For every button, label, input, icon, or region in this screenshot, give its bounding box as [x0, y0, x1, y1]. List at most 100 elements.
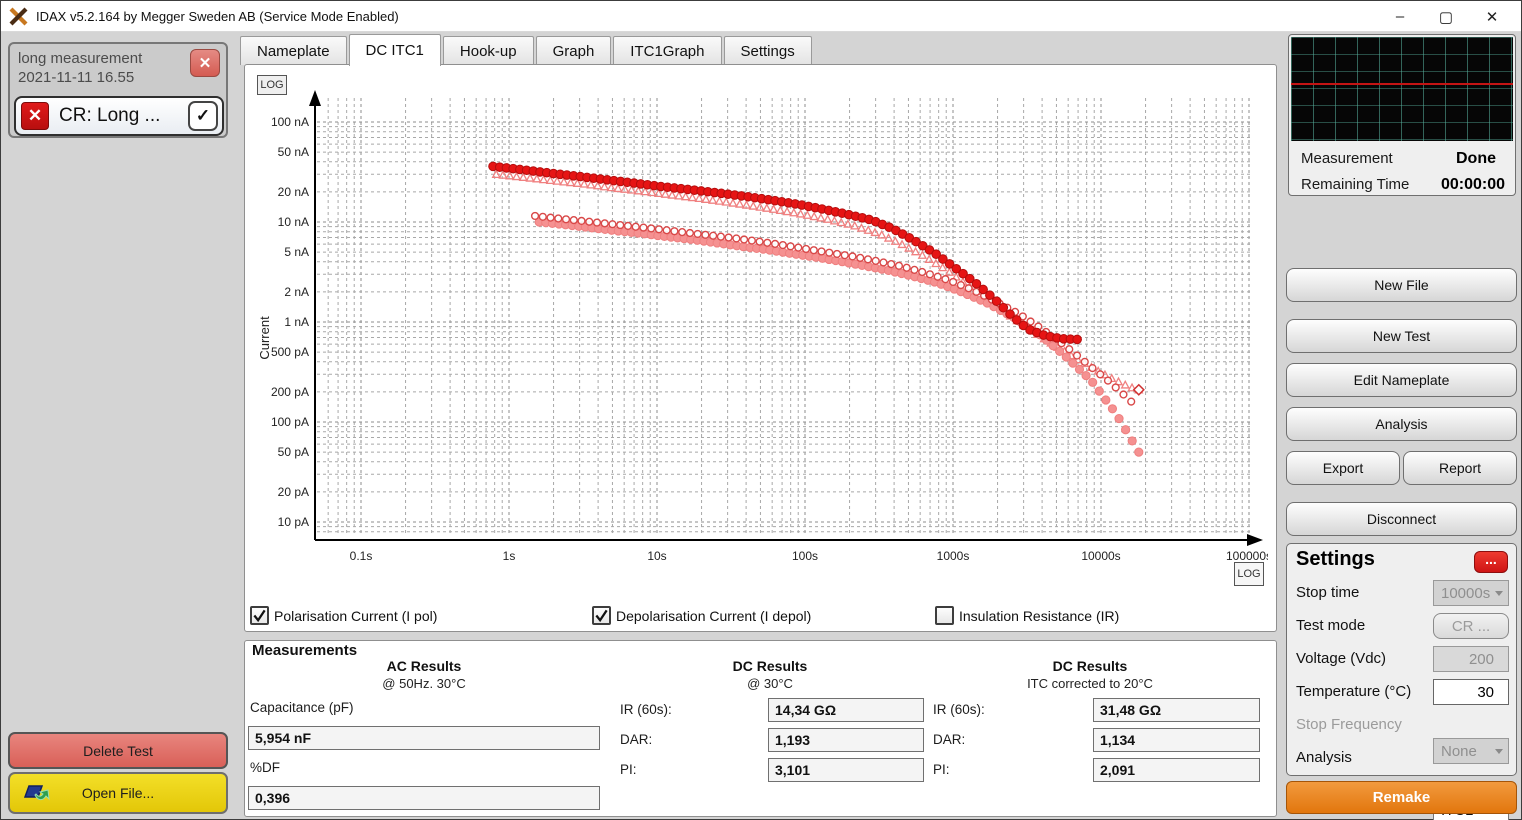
toggle-insulation-resistance-ir-[interactable]: Insulation Resistance (IR) [935, 606, 1119, 625]
measurement-status-label: Measurement [1301, 150, 1456, 168]
y-tick-label: 20 pA [278, 485, 309, 499]
y-tick-label: 50 nA [278, 145, 309, 159]
setting-label-temperature-c-: Temperature (°C) [1296, 683, 1411, 700]
live-signal-scope [1291, 37, 1513, 141]
app-icon [9, 7, 28, 26]
results-header: DC Results [1053, 658, 1128, 674]
results-header: AC Results [387, 658, 462, 674]
test-item-label: CR: Long ... [59, 105, 188, 127]
remaining-time-value: 00:00:00 [1441, 176, 1505, 194]
settings-title: Settings [1296, 548, 1375, 571]
x-log-scale-button[interactable]: LOG [1234, 562, 1264, 586]
tab-settings[interactable]: Settings [724, 36, 812, 65]
toggle-label: Polarisation Current (I pol) [274, 608, 437, 624]
chevron-down-icon [1495, 591, 1503, 596]
series-depolarisation-current-i-depol- [532, 213, 1135, 405]
setting-label-voltage-vdc-: Voltage (Vdc) [1296, 650, 1386, 667]
y-tick-label: 10 pA [278, 515, 309, 529]
checkbox-icon[interactable] [592, 606, 611, 625]
idax-window: IDAX v5.2.164 by Megger Sweden AB (Servi… [0, 0, 1522, 820]
setting-stop-frequency: None [1433, 738, 1509, 764]
edit-nameplate-button[interactable]: Edit Nameplate [1286, 363, 1517, 397]
field-label: PI: [620, 762, 637, 777]
results-subheader: ITC corrected to 20°C [1027, 676, 1153, 691]
x-tick-label: 10000s [1081, 549, 1120, 563]
maximize-button[interactable]: ▢ [1423, 1, 1469, 32]
y-tick-label: 50 pA [278, 445, 309, 459]
y-tick-label: 500 pA [271, 345, 309, 359]
tab-itc1graph[interactable]: ITC1Graph [613, 36, 721, 65]
new-test-button[interactable]: New Test [1286, 319, 1517, 353]
minimize-button[interactable]: – [1377, 1, 1423, 32]
checkbox-icon[interactable] [935, 606, 954, 625]
field-label: PI: [933, 762, 950, 777]
y-tick-label: 100 pA [271, 415, 309, 429]
field-value: 0,396 [248, 786, 600, 810]
report-button[interactable]: Report [1403, 451, 1517, 485]
setting-test-mode: CR ... [1433, 613, 1509, 639]
setting-voltage-vdc-: 200 [1433, 646, 1509, 672]
tab-bar: NameplateDC ITC1Hook-upGraphITC1GraphSet… [240, 34, 814, 65]
toggle-polarisation-current-i-pol-[interactable]: Polarisation Current (I pol) [250, 606, 437, 625]
y-tick-label: 200 pA [271, 385, 309, 399]
results-subheader: @ 30°C [747, 676, 793, 691]
x-tick-label: 100000s [1226, 549, 1268, 563]
field-label: DAR: [620, 732, 652, 747]
settings-more-button[interactable]: ... [1474, 551, 1508, 573]
checkbox-icon[interactable] [250, 606, 269, 625]
setting-label-stop-frequency: Stop Frequency [1296, 716, 1402, 733]
dc-itc1-chart: 100 nA50 nA20 nA10 nA5 nA2 nA1 nA500 pA2… [253, 70, 1268, 595]
y-tick-label: 1 nA [284, 315, 309, 329]
window-title: IDAX v5.2.164 by Megger Sweden AB (Servi… [36, 9, 399, 24]
y-tick-label: 5 nA [284, 245, 309, 259]
test-item-button[interactable]: ✕ CR: Long ... ✓ [14, 96, 224, 136]
setting-label-stop-time: Stop time [1296, 584, 1359, 601]
field-value: 3,101 [768, 758, 924, 782]
window-controls: – ▢ ✕ [1377, 1, 1515, 32]
field-value: 14,34 GΩ [768, 698, 924, 722]
test-checkbox[interactable]: ✓ [188, 101, 218, 131]
toggle-depolarisation-current-i-depol-[interactable]: Depolarisation Current (I depol) [592, 606, 811, 625]
field-value: 1,134 [1093, 728, 1260, 752]
open-file-label: Open File... [82, 785, 154, 801]
setting-label-test-mode: Test mode [1296, 617, 1365, 634]
field-value: 1,193 [768, 728, 924, 752]
tab-dc-itc1[interactable]: DC ITC1 [349, 34, 441, 66]
x-tick-label: 0.1s [350, 549, 373, 563]
toggle-label: Insulation Resistance (IR) [959, 608, 1119, 624]
setting-stop-time: 10000s [1433, 580, 1509, 606]
field-value: 2,091 [1093, 758, 1260, 782]
field-label: IR (60s): [933, 702, 985, 717]
setting-label-analysis: Analysis [1296, 749, 1352, 766]
close-test-icon[interactable]: ✕ [190, 49, 220, 77]
close-button[interactable]: ✕ [1469, 1, 1515, 32]
delete-test-button[interactable]: Delete Test [8, 732, 228, 769]
new-file-button[interactable]: New File [1286, 268, 1517, 302]
measurements-title: Measurements [252, 642, 357, 659]
field-label: IR (60s): [620, 702, 672, 717]
tab-graph[interactable]: Graph [536, 36, 612, 65]
setting-temperature-c-[interactable]: 30 [1433, 679, 1509, 705]
field-value: 31,48 GΩ [1093, 698, 1260, 722]
open-file-icon [22, 781, 52, 805]
y-tick-label: 100 nA [271, 115, 309, 129]
x-tick-label: 1s [503, 549, 516, 563]
scope-signal-line [1291, 83, 1513, 85]
disconnect-button[interactable]: Disconnect [1286, 502, 1517, 536]
tab-hook-up[interactable]: Hook-up [443, 36, 534, 65]
field-label: DAR: [933, 732, 965, 747]
field-label: %DF [250, 760, 280, 775]
y-axis-label: Current [257, 316, 272, 360]
settings-panel: Settings ... Stop time 10000s Test mode CR … [1286, 543, 1517, 776]
remake-button[interactable]: Remake [1286, 781, 1517, 814]
export-button[interactable]: Export [1286, 451, 1400, 485]
x-tick-label: 10s [647, 549, 666, 563]
y-tick-label: 2 nA [284, 285, 309, 299]
chevron-down-icon [1495, 749, 1503, 754]
remaining-time-label: Remaining Time [1301, 176, 1441, 194]
y-tick-label: 20 nA [278, 185, 309, 199]
open-file-button[interactable]: Open File... [8, 772, 228, 814]
test-error-icon: ✕ [21, 102, 49, 130]
tab-nameplate[interactable]: Nameplate [240, 36, 347, 65]
analysis-button[interactable]: Analysis [1286, 407, 1517, 441]
